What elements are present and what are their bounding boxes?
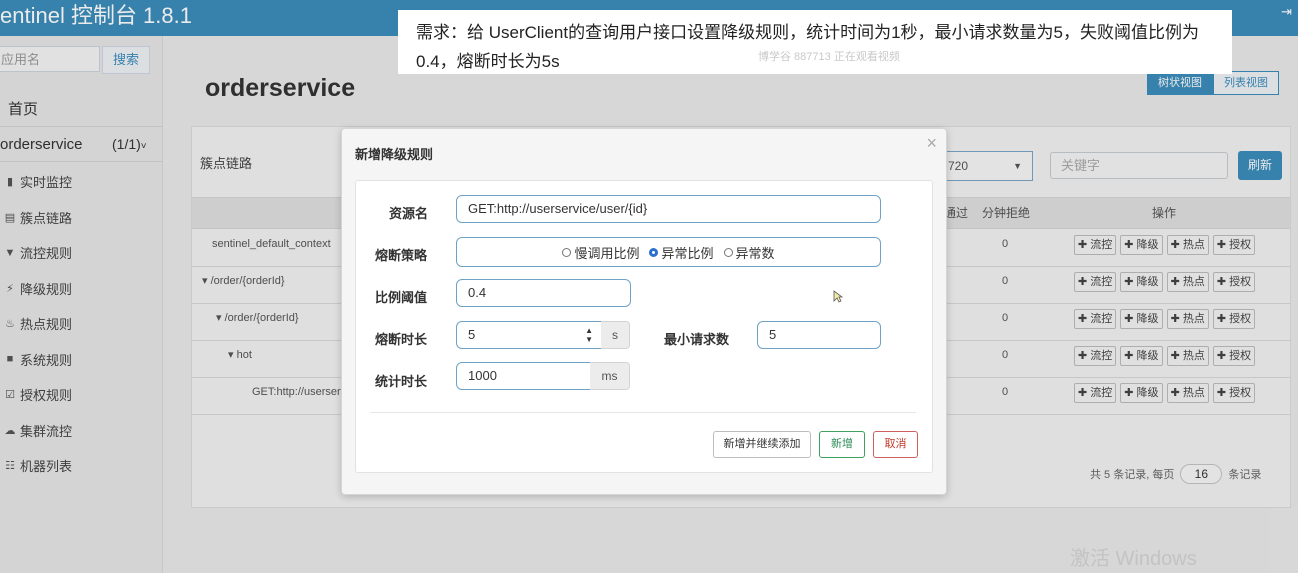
strategy-radio-group: 慢调用比例 异常比例 异常数 (456, 237, 881, 267)
radio-error-ratio[interactable]: 异常比例 (649, 243, 714, 262)
caption-text: 需求：给 UserClient的查询用户接口设置降级规则，统计时间为1秒，最小请… (416, 23, 1199, 71)
close-icon[interactable]: × (926, 133, 937, 154)
duration-label: 熔断时长 (375, 332, 428, 347)
resource-input[interactable]: GET:http://userservice/user/{id} (456, 195, 881, 223)
requirement-caption: 需求：给 UserClient的查询用户接口设置降级规则，统计时间为1秒，最小请… (398, 10, 1232, 74)
radio-dot-selected (649, 247, 659, 257)
radio-dot (723, 247, 733, 257)
radio-label: 异常数 (735, 245, 775, 261)
radio-error-count[interactable]: 异常数 (723, 243, 775, 262)
rule-form: 资源名 GET:http://userservice/user/{id} 熔断策… (355, 180, 933, 473)
strategy-label: 熔断策略 (375, 248, 428, 263)
divider (370, 412, 916, 413)
dialog-title: 新增降级规则 (355, 147, 434, 162)
stepper-icon[interactable]: ▲ ▼ (585, 326, 593, 344)
resource-label: 资源名 (389, 206, 429, 221)
min-request-input[interactable]: 5 (757, 321, 881, 349)
caption-watermark: 博学谷 887713 正在观看视频 (758, 51, 900, 63)
stat-duration-label: 统计时长 (375, 374, 428, 389)
radio-dot (562, 247, 572, 257)
add-and-continue-button[interactable]: 新增并继续添加 (713, 431, 811, 458)
mouse-cursor-icon (833, 290, 843, 303)
ratio-label: 比例阈值 (375, 290, 428, 305)
cancel-button[interactable]: 取消 (873, 431, 918, 458)
duration-unit: s (601, 321, 630, 349)
add-degrade-rule-dialog: 新增降级规则 × 资源名 GET:http://userservice/user… (341, 128, 947, 495)
radio-slow-ratio[interactable]: 慢调用比例 (562, 243, 639, 262)
duration-value: 5 (468, 327, 476, 342)
min-request-label: 最小请求数 (664, 332, 730, 347)
radio-label: 慢调用比例 (574, 245, 640, 261)
stat-duration-unit: ms (590, 362, 630, 390)
add-button[interactable]: 新增 (819, 431, 865, 458)
ratio-input[interactable]: 0.4 (456, 279, 631, 307)
radio-label: 异常比例 (661, 245, 714, 261)
stat-duration-input[interactable]: 1000 (456, 362, 591, 390)
duration-input[interactable]: 5 ▲ ▼ (456, 321, 602, 349)
